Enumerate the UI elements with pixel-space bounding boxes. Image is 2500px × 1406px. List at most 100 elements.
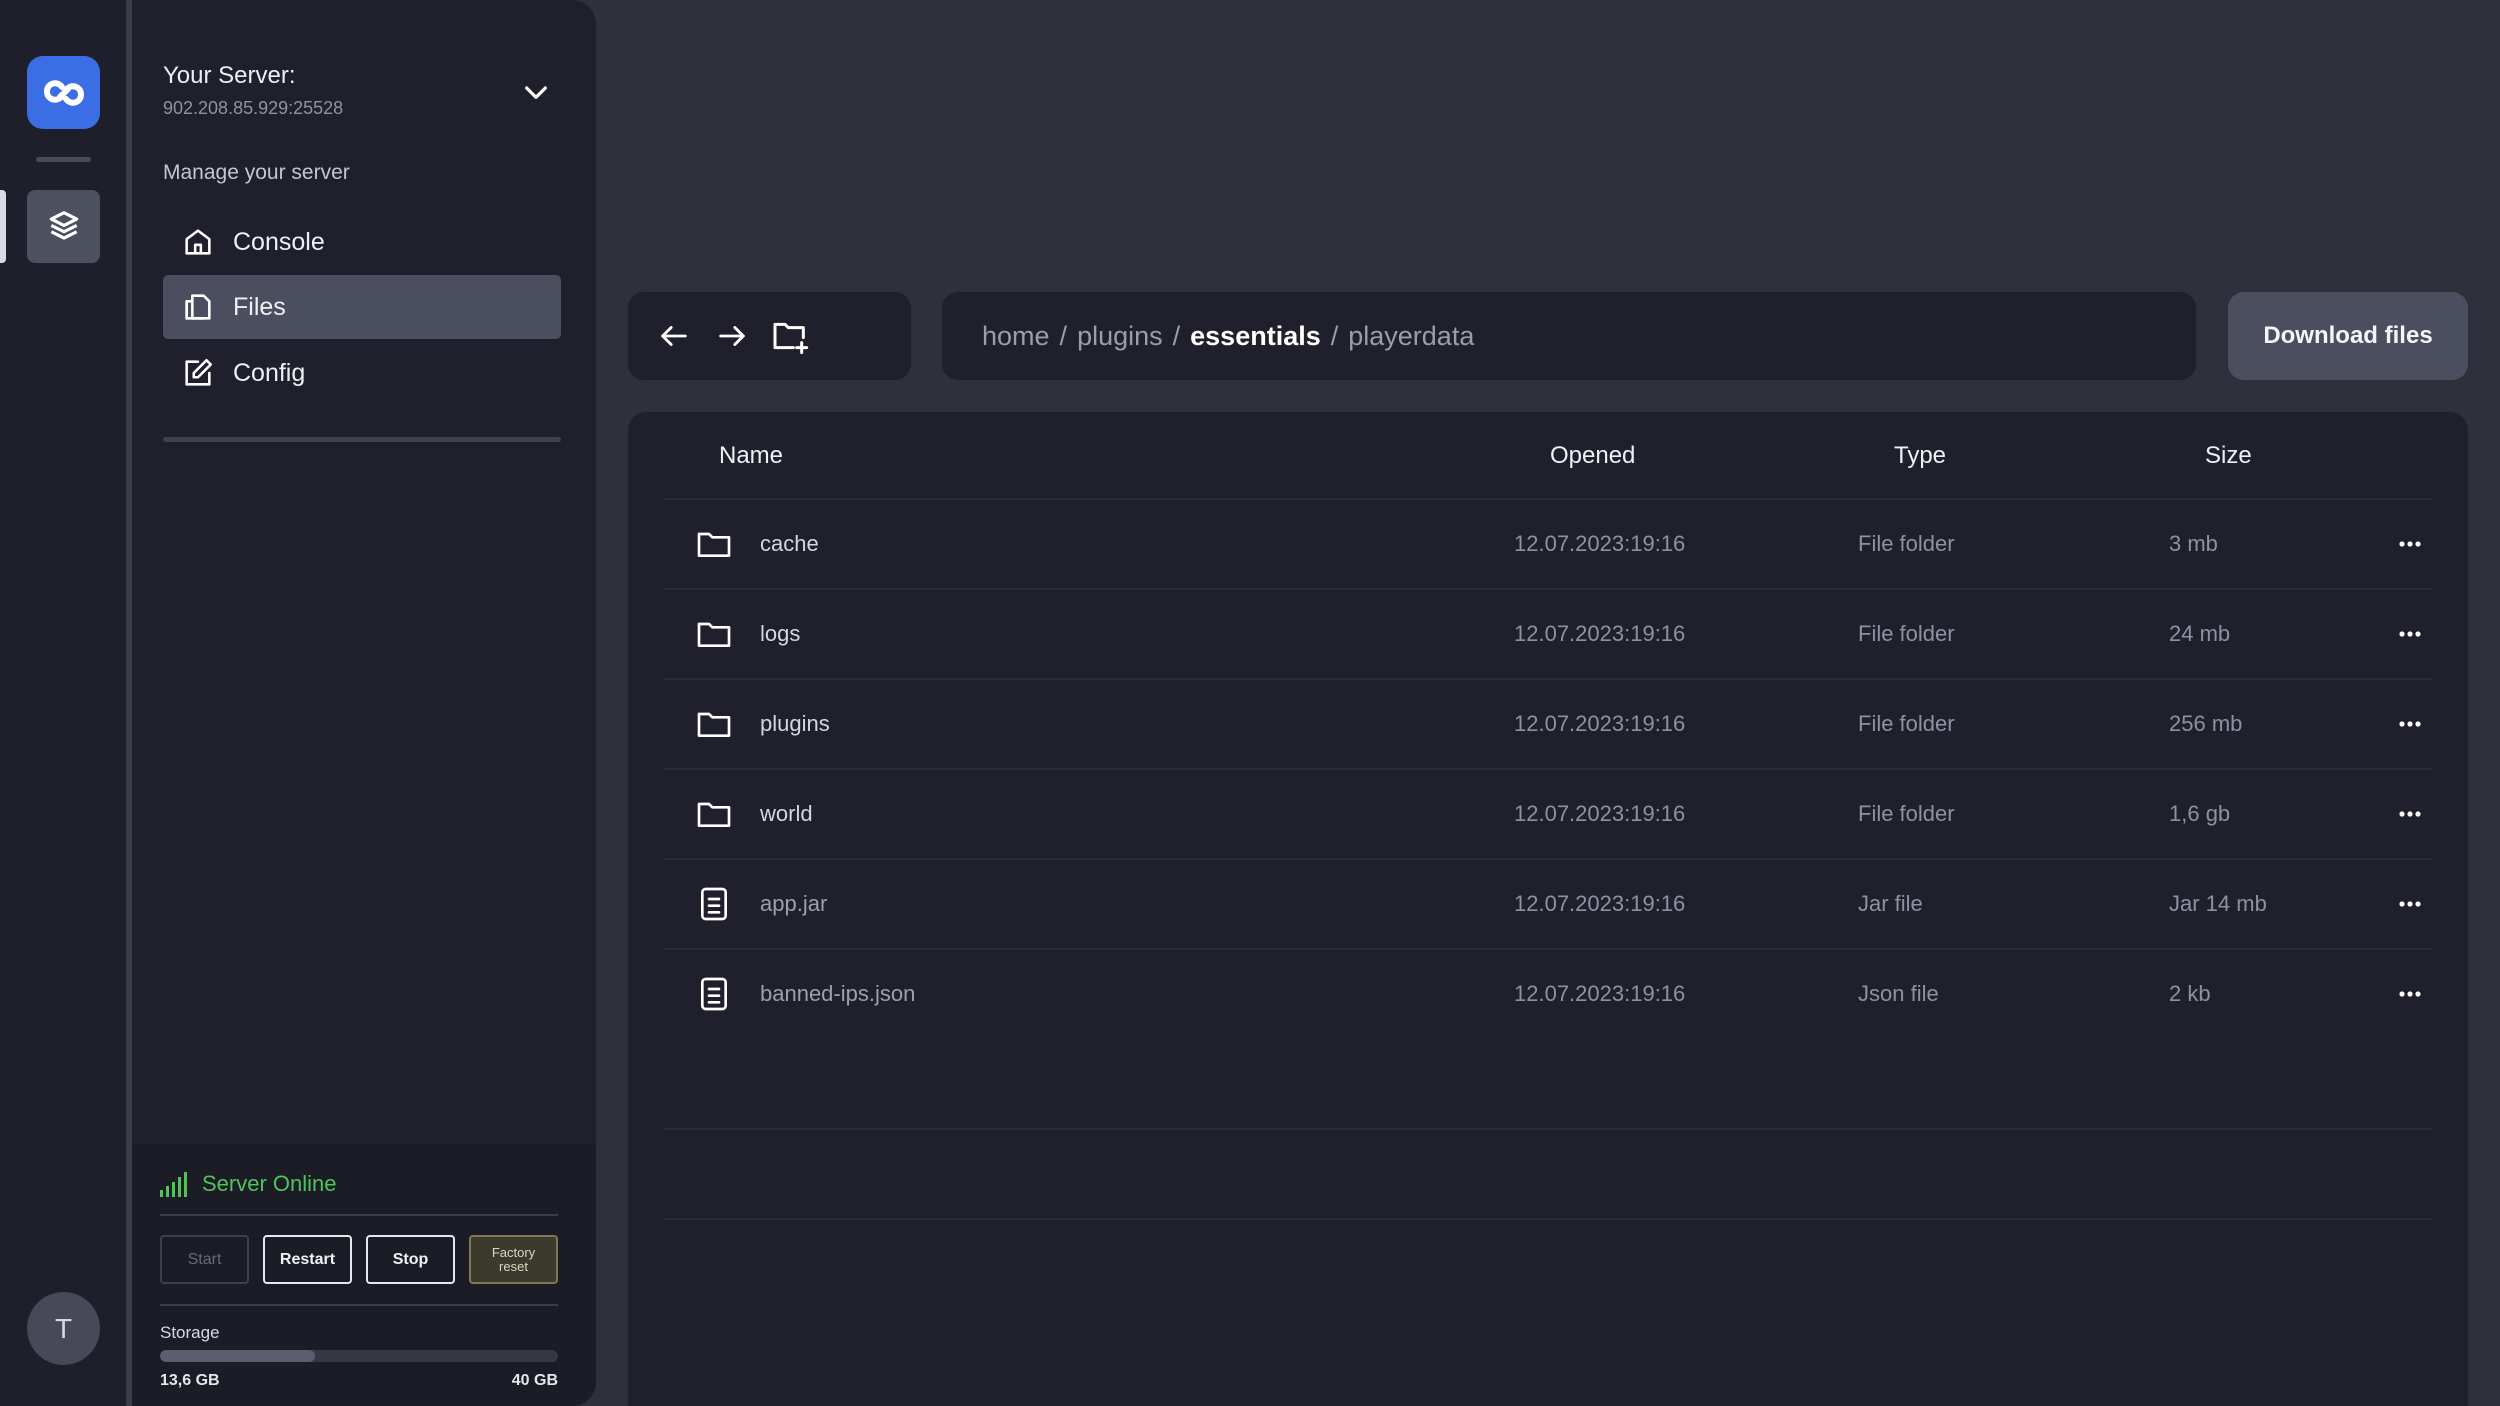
file-opened: 12.07.2023:19:16: [1514, 621, 1686, 646]
row-more-button[interactable]: [2392, 680, 2428, 768]
arrow-right-icon: [719, 326, 745, 346]
folder-icon: [697, 622, 731, 647]
files-icon: [185, 294, 211, 320]
file-opened: 12.07.2023:19:16: [1514, 891, 1686, 916]
row-more-button[interactable]: [2392, 950, 2428, 1038]
factory-reset-button[interactable]: Factory reset: [469, 1235, 558, 1284]
start-button[interactable]: Start: [160, 1235, 249, 1284]
row-more-button[interactable]: [2392, 770, 2428, 858]
avatar-initial: T: [54, 1312, 73, 1344]
table-row[interactable]: logs 12.07.2023:19:16 File folder 24 mb: [664, 588, 2432, 678]
file-name: banned-ips.json: [760, 981, 916, 1006]
table-row[interactable]: banned-ips.json 12.07.2023:19:16 Json file…: [664, 948, 2432, 1038]
nav-item-console[interactable]: Console: [163, 210, 561, 274]
file-name: cache: [760, 531, 819, 556]
folder-icon: [697, 802, 731, 827]
stop-button[interactable]: Stop: [366, 1235, 455, 1284]
more-horizontal-icon: [2399, 901, 2421, 907]
document-icon: [701, 887, 727, 921]
new-folder-button[interactable]: [770, 316, 810, 356]
manage-server-label: Manage your server: [163, 161, 350, 184]
breadcrumb-home[interactable]: home: [982, 321, 1050, 352]
breadcrumb-plugins[interactable]: plugins: [1077, 321, 1163, 352]
file-opened: 12.07.2023:19:16: [1514, 711, 1686, 736]
chevron-down-icon[interactable]: [520, 76, 552, 108]
nav-label-config: Config: [233, 358, 306, 387]
storage-bar: [160, 1350, 558, 1362]
file-type: File folder: [1858, 531, 1955, 556]
file-name-cell[interactable]: world: [694, 770, 813, 858]
user-avatar[interactable]: T: [27, 1292, 100, 1365]
table-row[interactable]: world 12.07.2023:19:16 File folder 1,6 gb: [664, 768, 2432, 858]
more-horizontal-icon: [2399, 811, 2421, 817]
factory-reset-line1: Factory: [491, 1244, 536, 1260]
forward-button[interactable]: [712, 316, 752, 356]
status-divider: [160, 1214, 558, 1216]
breadcrumb: home / plugins / essentials / playerdata: [942, 292, 2196, 380]
rail-separator: [36, 157, 91, 162]
file-name-cell[interactable]: cache: [694, 500, 819, 588]
factory-reset-line2: reset: [499, 1258, 528, 1274]
folder-icon: [697, 532, 731, 557]
arrow-left-icon: [661, 326, 687, 346]
table-row[interactable]: plugins 12.07.2023:19:16 File folder 256 mb: [664, 678, 2432, 768]
file-type: File folder: [1858, 711, 1955, 736]
nav-label-files: Files: [233, 292, 286, 321]
file-type: Jar file: [1858, 891, 1923, 916]
more-horizontal-icon: [2399, 991, 2421, 997]
row-more-button[interactable]: [2392, 500, 2428, 588]
file-name: logs: [760, 621, 801, 646]
icon-rail: T: [0, 0, 126, 1406]
more-horizontal-icon: [2399, 541, 2421, 547]
file-name-cell[interactable]: banned-ips.json: [694, 950, 915, 1038]
restart-button[interactable]: Restart: [263, 1235, 352, 1284]
breadcrumb-separator: /: [1059, 320, 1068, 351]
breadcrumb-separator: /: [1330, 320, 1339, 351]
header-type[interactable]: Type: [1894, 442, 1946, 470]
app-logo[interactable]: [27, 56, 100, 129]
server-status: Server Online: [160, 1171, 337, 1197]
file-name-cell[interactable]: logs: [694, 590, 800, 678]
header-name[interactable]: Name: [719, 442, 783, 470]
document-icon: [701, 977, 727, 1011]
table-row[interactable]: app.jar 12.07.2023:19:16 Jar file Jar 14 mb: [664, 858, 2432, 948]
storage-total: 40 GB: [511, 1372, 558, 1389]
sidebar-separator: [163, 437, 561, 442]
file-opened: 12.07.2023:19:16: [1514, 531, 1686, 556]
file-name-cell[interactable]: plugins: [694, 680, 830, 768]
file-size: 3 mb: [2169, 531, 2218, 556]
file-size: 1,6 gb: [2169, 801, 2231, 826]
row-more-button[interactable]: [2392, 590, 2428, 678]
breadcrumb-essentials[interactable]: essentials: [1190, 321, 1321, 352]
rail-active-indicator: [0, 190, 6, 263]
download-files-button[interactable]: Download files: [2228, 292, 2468, 380]
server-sidebar: Your Server: 902.208.85.929:25528 Manage…: [132, 0, 596, 1406]
server-title: Your Server:: [163, 62, 296, 89]
file-size: 2 kb: [2169, 981, 2211, 1006]
table-row[interactable]: cache 12.07.2023:19:16 File folder 3 mb: [664, 498, 2432, 588]
nav-item-config[interactable]: Config: [163, 341, 561, 405]
storage-used: 13,6 GB: [160, 1372, 220, 1389]
file-name-cell[interactable]: app.jar: [694, 860, 827, 948]
nav-item-files[interactable]: Files: [163, 275, 561, 339]
header-opened[interactable]: Opened: [1550, 442, 1635, 470]
app-root: T Your Server: 902.208.85.929:25528 Mana…: [0, 0, 2500, 1406]
empty-row: [664, 1128, 2432, 1218]
storage-label: Storage: [160, 1323, 220, 1342]
row-more-button[interactable]: [2392, 860, 2428, 948]
signal-icon: [160, 1172, 187, 1197]
folder-icon: [697, 712, 731, 737]
rail-servers-button[interactable]: [27, 190, 100, 263]
server-address: 902.208.85.929:25528: [163, 98, 344, 118]
breadcrumb-playerdata[interactable]: playerdata: [1348, 321, 1474, 352]
table-header: Name Opened Type Size: [664, 442, 2432, 500]
header-size[interactable]: Size: [2205, 442, 2252, 470]
layers-icon: [49, 210, 78, 240]
file-type: File folder: [1858, 801, 1955, 826]
file-table: Name Opened Type Size cache 12.07.2023:19…: [628, 412, 2468, 1406]
back-button[interactable]: [654, 316, 694, 356]
empty-row: [664, 1218, 2432, 1308]
storage-bar-fill: [160, 1350, 316, 1362]
file-name: plugins: [760, 711, 830, 736]
file-opened: 12.07.2023:19:16: [1514, 801, 1686, 826]
